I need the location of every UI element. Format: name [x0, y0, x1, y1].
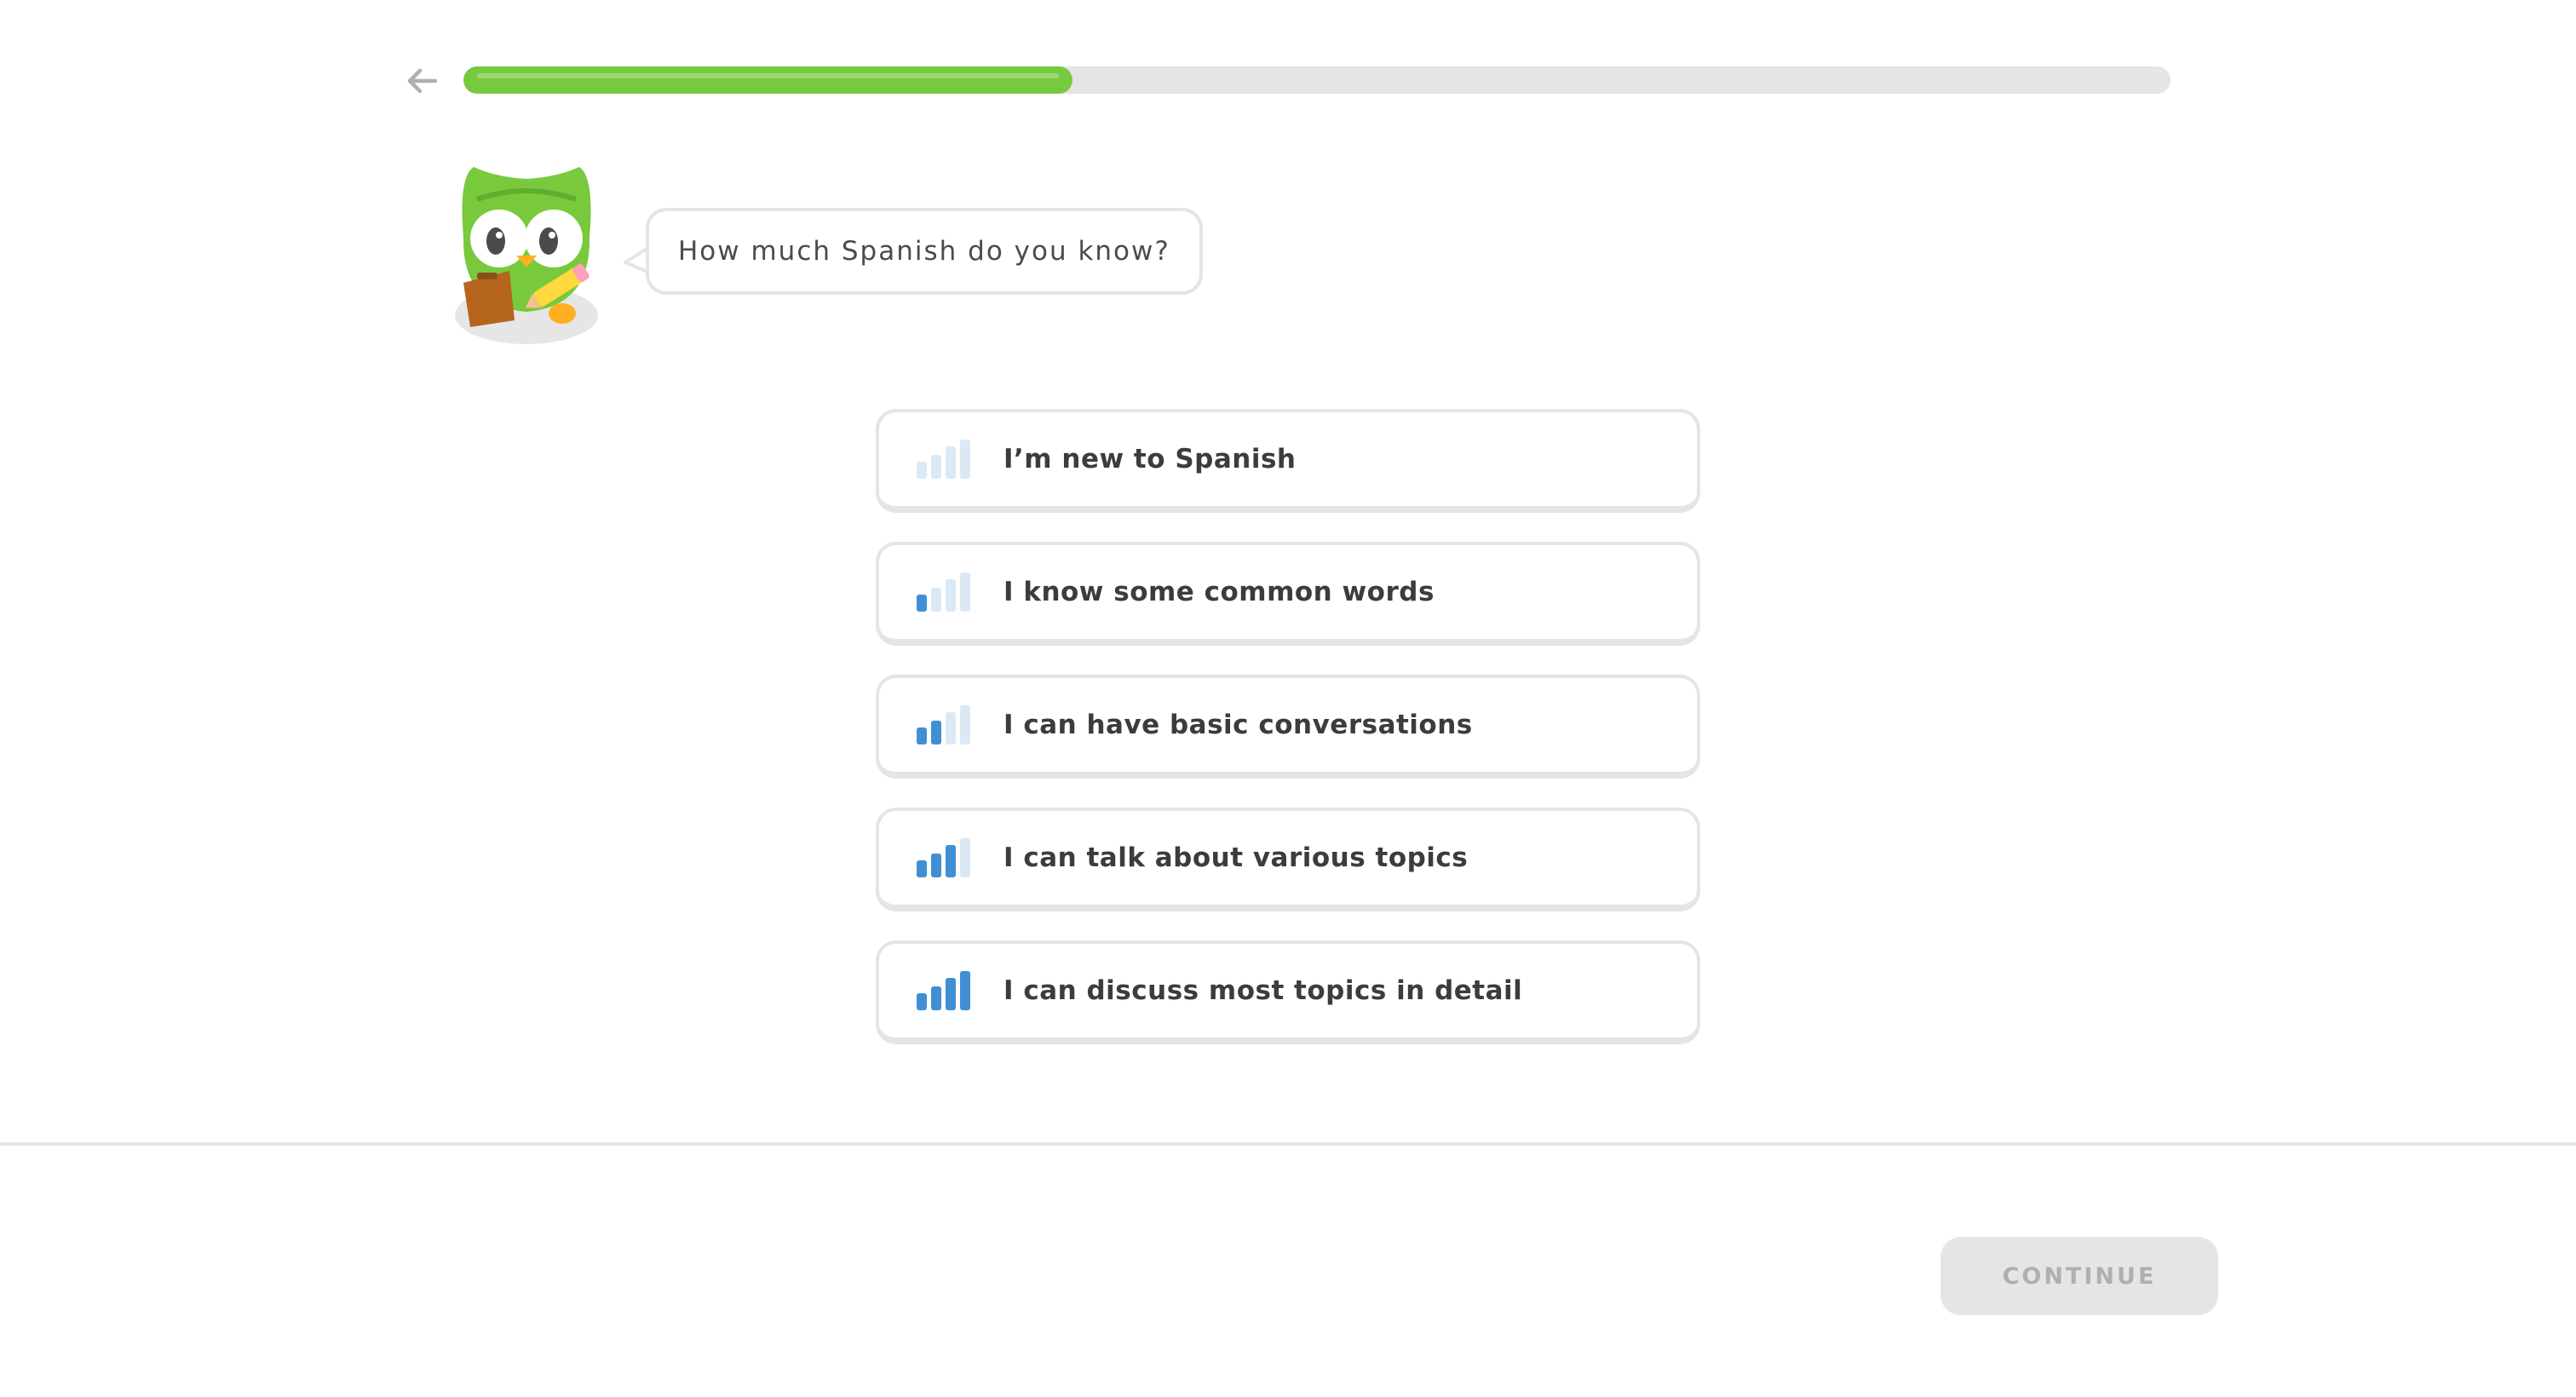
signal-bar [931, 986, 941, 1010]
signal-bar [917, 462, 927, 479]
option-item[interactable]: I can have basic conversations [876, 675, 1700, 779]
signal-bars-icon [917, 440, 971, 479]
signal-bar [917, 727, 927, 744]
arrow-left-icon [407, 68, 437, 94]
signal-bar [931, 588, 941, 612]
proficiency-options: I’m new to Spanish I know some common wor… [876, 409, 1700, 1044]
signal-bar [946, 845, 956, 877]
signal-bar [917, 860, 927, 877]
question-text: How much Spanish do you know? [678, 236, 1170, 267]
signal-bar [960, 572, 970, 612]
signal-bars-icon [917, 971, 971, 1010]
signal-bar [946, 579, 956, 612]
signal-bar [946, 446, 956, 479]
signal-bars-icon [917, 572, 971, 612]
signal-bar [946, 978, 956, 1010]
progress-bar [463, 66, 2171, 94]
signal-bar [931, 721, 941, 744]
signal-bar [917, 595, 927, 612]
option-label: I can talk about various topics [1003, 842, 1469, 873]
speech-bubble: How much Spanish do you know? [646, 208, 1203, 295]
owl-with-clipboard-icon [455, 167, 598, 344]
signal-bar [917, 993, 927, 1010]
signal-bar [960, 440, 970, 479]
option-label: I can discuss most topics in detail [1003, 975, 1523, 1006]
signal-bar [960, 705, 970, 744]
progress-fill [463, 66, 1073, 94]
signal-bars-icon [917, 838, 971, 877]
signal-bars-icon [917, 705, 971, 744]
signal-bar [931, 455, 941, 479]
continue-button[interactable]: CONTINUE [1941, 1237, 2218, 1315]
footer-divider [0, 1142, 2576, 1146]
option-label: I’m new to Spanish [1003, 444, 1297, 474]
signal-bar [960, 971, 970, 1010]
option-label: I can have basic conversations [1003, 710, 1473, 740]
option-item[interactable]: I know some common words [876, 542, 1700, 646]
signal-bar [960, 838, 970, 877]
signal-bar [931, 854, 941, 877]
option-item[interactable]: I can talk about various topics [876, 808, 1700, 911]
back-button[interactable] [402, 61, 441, 101]
option-item[interactable]: I can discuss most topics in detail [876, 940, 1700, 1044]
signal-bar [946, 712, 956, 744]
onboarding-page: How much Spanish do you know? I’m new to… [0, 0, 2576, 1397]
option-item[interactable]: I’m new to Spanish [876, 409, 1700, 513]
option-label: I know some common words [1003, 577, 1435, 607]
